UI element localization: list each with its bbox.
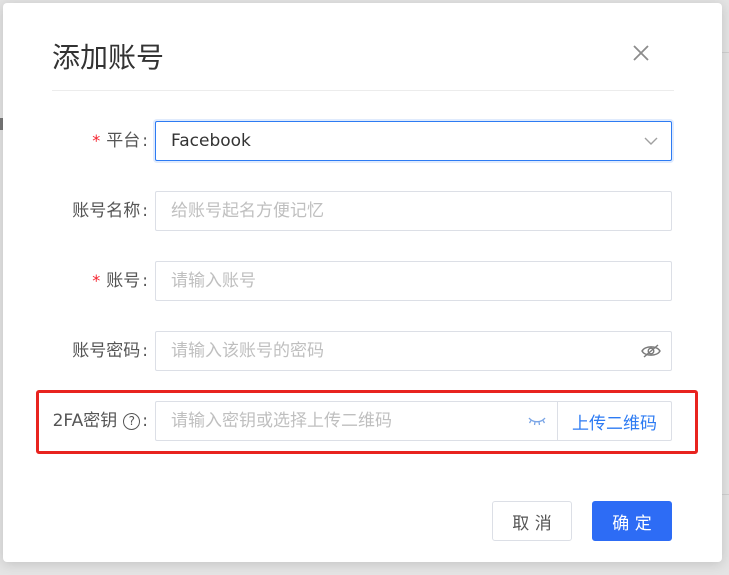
twofa-label: 2FA密钥 ? :	[53, 401, 148, 441]
password-input[interactable]	[171, 332, 631, 370]
confirm-button[interactable]: 确 定	[592, 501, 672, 541]
chevron-down-icon	[631, 122, 671, 160]
upload-qrcode-button[interactable]: 上传二维码	[557, 402, 671, 440]
close-icon[interactable]	[629, 41, 653, 65]
background-divider	[722, 494, 729, 495]
platform-label: * 平台 :	[92, 121, 148, 161]
label-colon: :	[142, 271, 148, 291]
account-field	[155, 261, 672, 301]
add-account-dialog: 添加账号 * 平台 : Facebook 账号名称 : *	[3, 3, 722, 562]
platform-label-text: 平台	[106, 131, 141, 151]
question-circle-icon[interactable]: ?	[123, 412, 141, 430]
account-name-field	[155, 191, 672, 231]
account-row: * 账号 :	[3, 261, 722, 301]
label-colon: :	[142, 131, 148, 151]
twofa-label-text: 2FA密钥	[52, 411, 118, 431]
password-row: 账号密码 :	[3, 331, 722, 371]
account-label: * 账号 :	[92, 261, 148, 301]
platform-select[interactable]: Facebook	[155, 121, 672, 161]
password-label-text: 账号密码	[72, 341, 141, 361]
dialog-title: 添加账号	[52, 41, 165, 74]
required-mark: *	[92, 271, 101, 290]
account-name-label: 账号名称 :	[72, 191, 148, 231]
label-colon: :	[142, 411, 148, 431]
label-colon: :	[142, 201, 148, 221]
required-mark: *	[92, 131, 101, 150]
account-name-label-text: 账号名称	[72, 201, 141, 221]
twofa-row: 2FA密钥 ? : 上传二维码	[3, 401, 722, 441]
password-field	[155, 331, 672, 371]
eye-closed-icon[interactable]	[517, 402, 557, 440]
header-divider	[52, 90, 674, 91]
platform-select-value: Facebook	[171, 131, 251, 151]
account-input[interactable]	[171, 262, 671, 300]
label-colon: :	[142, 341, 148, 361]
account-name-row: 账号名称 :	[3, 191, 722, 231]
password-label: 账号密码 :	[72, 331, 148, 371]
account-label-text: 账号	[106, 271, 141, 291]
background-divider	[722, 52, 729, 53]
twofa-input[interactable]	[171, 402, 517, 440]
platform-row: * 平台 : Facebook	[3, 121, 722, 161]
eye-off-icon[interactable]	[631, 332, 671, 370]
account-name-input[interactable]	[171, 192, 671, 230]
twofa-field: 上传二维码	[155, 401, 672, 441]
cancel-button[interactable]: 取 消	[492, 501, 572, 541]
